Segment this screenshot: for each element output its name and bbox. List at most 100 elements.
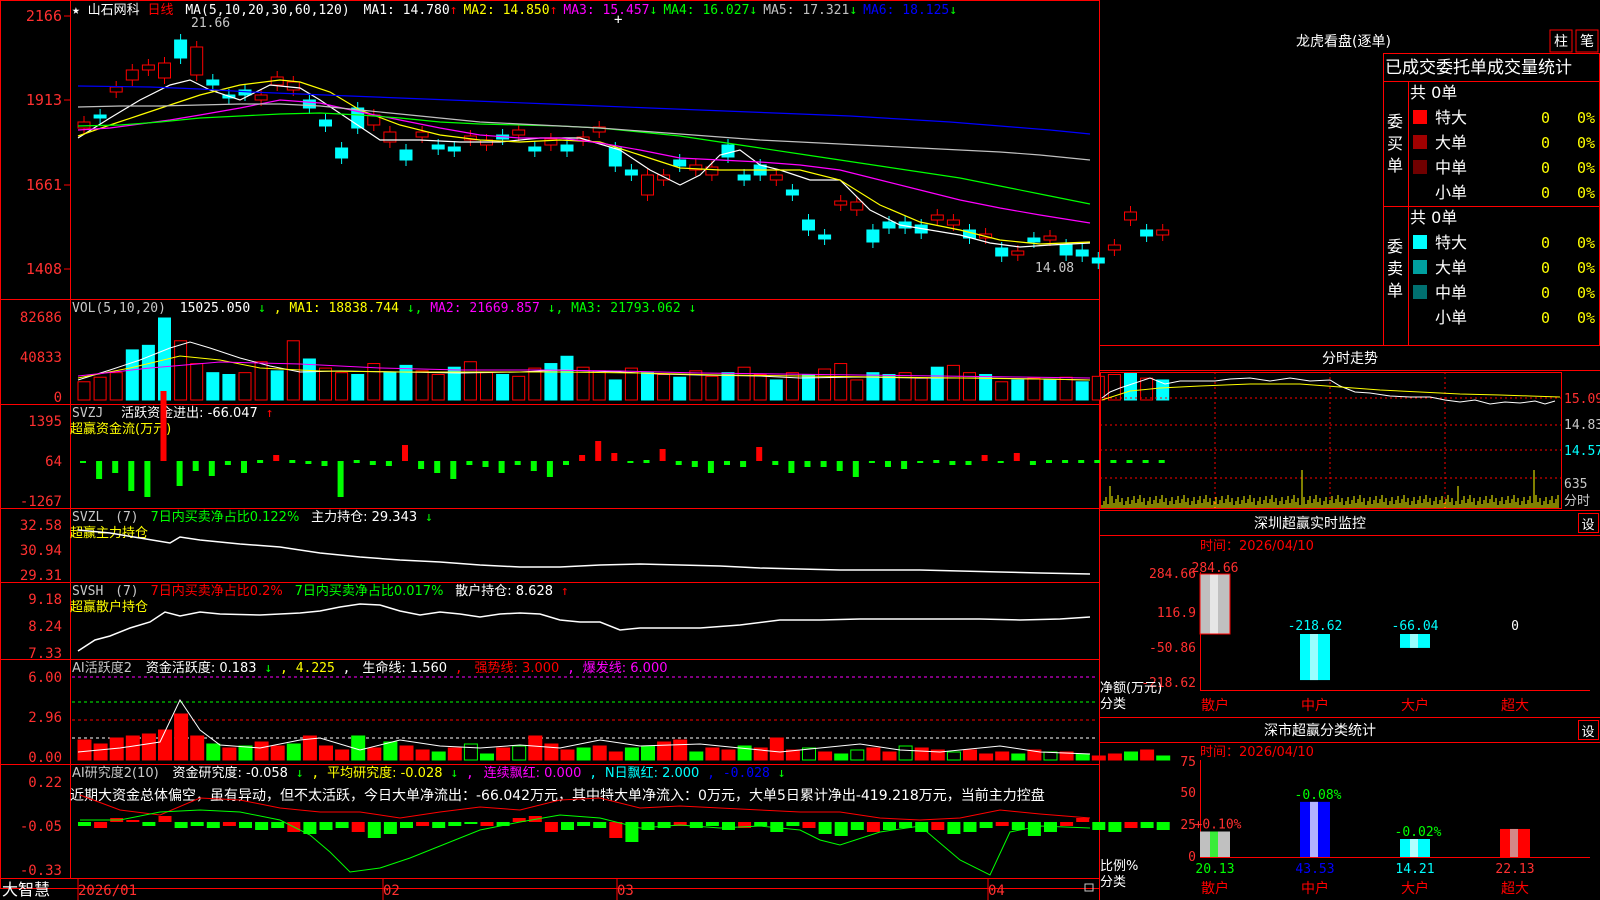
volume-bar [946,364,960,401]
candle-body [399,149,413,161]
intraday-axis: 15.09 14.83 14.57 635 分时 [1564,392,1600,509]
candle-body [335,147,349,159]
candle-body [850,201,864,211]
fund-flow-bar [498,461,505,473]
volume-bar [850,379,864,401]
research-bar [1060,822,1074,826]
buy-rows: 特大 0 0% 大单 0 0% 中单 0 0% 小单 0 0% [1413,108,1595,202]
ai-active-header: AI活跃度2 资金活跃度: 0.183 ↓ , 4.225 , 生命线: 1.5… [72,660,668,676]
candle-body [1124,211,1137,221]
candle-body [109,86,123,93]
fund-flow-bar [852,461,859,477]
vol-header: VOL(5,10,20) 15025.050 ↓ , MA1: 18838.74… [72,301,696,316]
date-tick: 03 [617,883,634,899]
research-bar [255,822,269,830]
research-bar [979,822,993,828]
research-bar [1108,822,1122,832]
sz-monitor-category: 散户 [1201,697,1229,714]
fund-flow-bar [885,461,891,467]
activity-bar [1075,753,1090,761]
side-label-char: 买 [1387,134,1403,153]
ma-value-3: MA3: 15.457 [563,3,649,18]
volume-bar [834,363,848,401]
activity-bar [946,751,961,761]
fund-flow-bar [450,461,457,479]
candle-body [77,121,91,129]
sz-monitor-ylabel: 净额(万元) [1100,681,1162,696]
fund-flow-bar [208,461,215,476]
sz-monitor-xlabel: 分类 [1100,697,1126,712]
ai-commentary: 近期大资金总体偏空，虽有异动，但不太活跃，今日大单净流出：-66.042万元，其… [70,787,1045,804]
ma-value-5: MA5: 17.321 [763,3,849,18]
volume-bar [1059,376,1073,401]
candle-body [1059,244,1073,256]
research-bar [641,822,655,830]
activity-bar [431,751,446,761]
activity-bar [463,743,478,761]
fund-flow-bar [434,461,441,473]
fund-flow-bar [369,461,376,465]
candle-body [431,144,445,150]
fund-flow-bar [1078,460,1085,463]
svsh-subtitle: 超赢散户持仓 [70,599,148,615]
activity-bar [818,751,833,761]
brand-corner: 大智慧 [2,880,50,899]
volume-bar [995,381,1009,401]
fund-flow-bar [643,460,650,463]
activity-bar [286,743,301,761]
fund-flow-bar [1142,460,1149,463]
research-bar [1124,822,1138,828]
svg-text:635: 635 [1564,477,1587,492]
fund-flow-bar [997,461,1004,463]
ma-line-5 [77,103,1091,161]
intraday-grid [1100,372,1562,508]
dragon-toggle[interactable]: 柱 笔 [1549,29,1599,53]
fund-flow-bar [224,461,231,465]
sz-category-axis: 75 50 25 0 [1180,755,1196,865]
fund-flow-bar [756,447,763,461]
svzj-axis: 1395 64 -1267 [20,414,62,510]
fund-flow-bar [820,461,827,467]
high-price-mark: 21.66 [191,16,230,31]
research-bar [142,822,156,826]
svzl-header: SVZL (7) 7日内买卖净占比0.122% 主力持仓: 29.343 ↓ [72,509,433,525]
sz-category-name: 超大 [1501,881,1529,897]
sz-category-name: 中户 [1301,880,1329,897]
sell-total: 共 0单 [1410,208,1457,227]
activity-bar [1124,751,1138,761]
svg-text:284.66: 284.66 [1149,567,1196,582]
fund-flow-bar [144,461,151,497]
fund-flow-bar [981,455,988,461]
research-bar [126,820,140,822]
fund-flow-bar [1110,460,1117,463]
price-tick: 1661 [26,176,62,194]
volume-bar [319,367,332,401]
research-bar [689,822,703,828]
volume-bar [190,363,204,401]
volume-bar [496,373,510,401]
fund-flow-bar [627,461,634,463]
order-size-swatch [1413,160,1427,174]
svg-text:116.9: 116.9 [1157,606,1196,621]
fund-flow-bar [128,461,135,491]
research-bar [883,822,896,830]
lock-icon[interactable] [1084,883,1094,892]
research-bar [850,822,864,830]
fund-flow-bar [933,460,940,463]
sz-category-bars: +0.10% 20.13 散户 -0.08% 43.53 中户 -0.02% 14.21 大户 2… [1195,788,1535,897]
order-size-name: 特大 [1435,108,1467,127]
sz-monitor-axis: 284.66 116.9 -50.86 -218.62 [1141,567,1196,691]
volume-bar [206,372,220,401]
volume-bar [785,372,799,401]
dragon-title: 龙虎看盘(逐单) [1296,33,1391,50]
svg-text:64: 64 [45,454,62,470]
order-size-swatch [1413,235,1427,249]
research-bar [818,822,832,834]
dragon-subtitle: 已成交委托单成交量统计 [1385,58,1572,78]
volume-bar [818,368,832,401]
svg-text:82686: 82686 [20,310,62,326]
candle-body [1027,237,1041,243]
candle-body [785,189,799,196]
sz-category-bar-shine [1510,828,1518,857]
retail-holding-line [77,603,1091,652]
